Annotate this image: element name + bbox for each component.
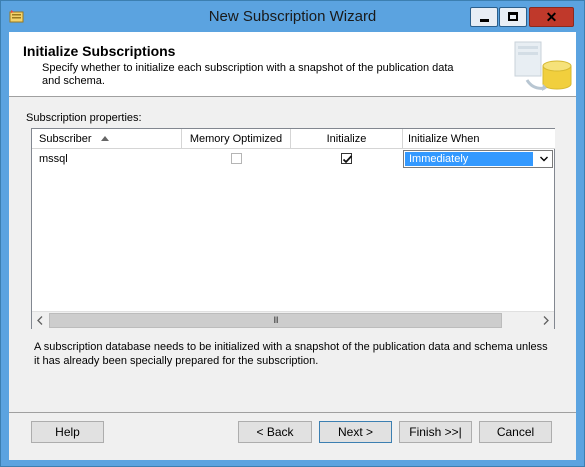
column-header-initialize[interactable]: Initialize bbox=[291, 129, 403, 149]
minimize-icon bbox=[480, 19, 489, 22]
wizard-header: Initialize Subscriptions Specify whether… bbox=[9, 32, 576, 97]
checkmark-icon bbox=[342, 155, 353, 164]
chevron-down-icon[interactable] bbox=[538, 153, 550, 165]
wizard-client-area: Initialize Subscriptions Specify whether… bbox=[9, 32, 576, 460]
column-header-subscriber[interactable]: Subscriber bbox=[32, 129, 182, 149]
subscriber-cell: mssql bbox=[39, 153, 68, 165]
cancel-button[interactable]: Cancel bbox=[479, 421, 552, 443]
wizard-window: New Subscription Wizard ✕ Initialize Sub… bbox=[0, 0, 585, 467]
database-sync-icon bbox=[514, 41, 572, 91]
scrollbar-thumb[interactable]: III bbox=[49, 313, 502, 328]
table-row[interactable]: mssql Immediately bbox=[32, 149, 554, 169]
maximize-button[interactable] bbox=[499, 7, 527, 27]
minimize-button[interactable] bbox=[470, 7, 498, 27]
column-header-memory-optimized[interactable]: Memory Optimized bbox=[182, 129, 291, 149]
title-bar[interactable]: New Subscription Wizard ✕ bbox=[1, 1, 584, 31]
finish-button[interactable]: Finish >>| bbox=[399, 421, 472, 443]
next-button[interactable]: Next > bbox=[319, 421, 392, 443]
scroll-right-icon[interactable] bbox=[537, 312, 554, 329]
page-title: Initialize Subscriptions bbox=[23, 43, 176, 59]
horizontal-scrollbar[interactable]: III bbox=[32, 311, 554, 329]
initialization-note: A subscription database needs to be init… bbox=[34, 341, 548, 367]
subscription-properties-grid: Subscriber Memory Optimized Initialize I… bbox=[31, 128, 555, 329]
sort-ascending-icon bbox=[101, 136, 109, 141]
page-description: Specify whether to initialize each subsc… bbox=[42, 62, 454, 87]
help-button[interactable]: Help bbox=[31, 421, 104, 443]
memory-optimized-checkbox[interactable] bbox=[231, 153, 242, 164]
close-icon: ✕ bbox=[545, 9, 558, 25]
footer-divider bbox=[9, 412, 576, 413]
initialize-when-value: Immediately bbox=[405, 152, 533, 166]
maximize-icon bbox=[508, 12, 518, 21]
initialize-when-dropdown[interactable]: Immediately bbox=[403, 150, 553, 168]
scrollbar-grip: III bbox=[273, 315, 279, 325]
column-header-initialize-when[interactable]: Initialize When bbox=[403, 129, 555, 149]
scroll-left-icon[interactable] bbox=[32, 312, 49, 329]
close-button[interactable]: ✕ bbox=[529, 7, 574, 27]
column-header-label: Subscriber bbox=[39, 133, 92, 145]
initialize-checkbox[interactable] bbox=[341, 153, 353, 164]
back-button[interactable]: < Back bbox=[238, 421, 312, 443]
subscription-properties-label: Subscription properties: bbox=[26, 112, 142, 124]
